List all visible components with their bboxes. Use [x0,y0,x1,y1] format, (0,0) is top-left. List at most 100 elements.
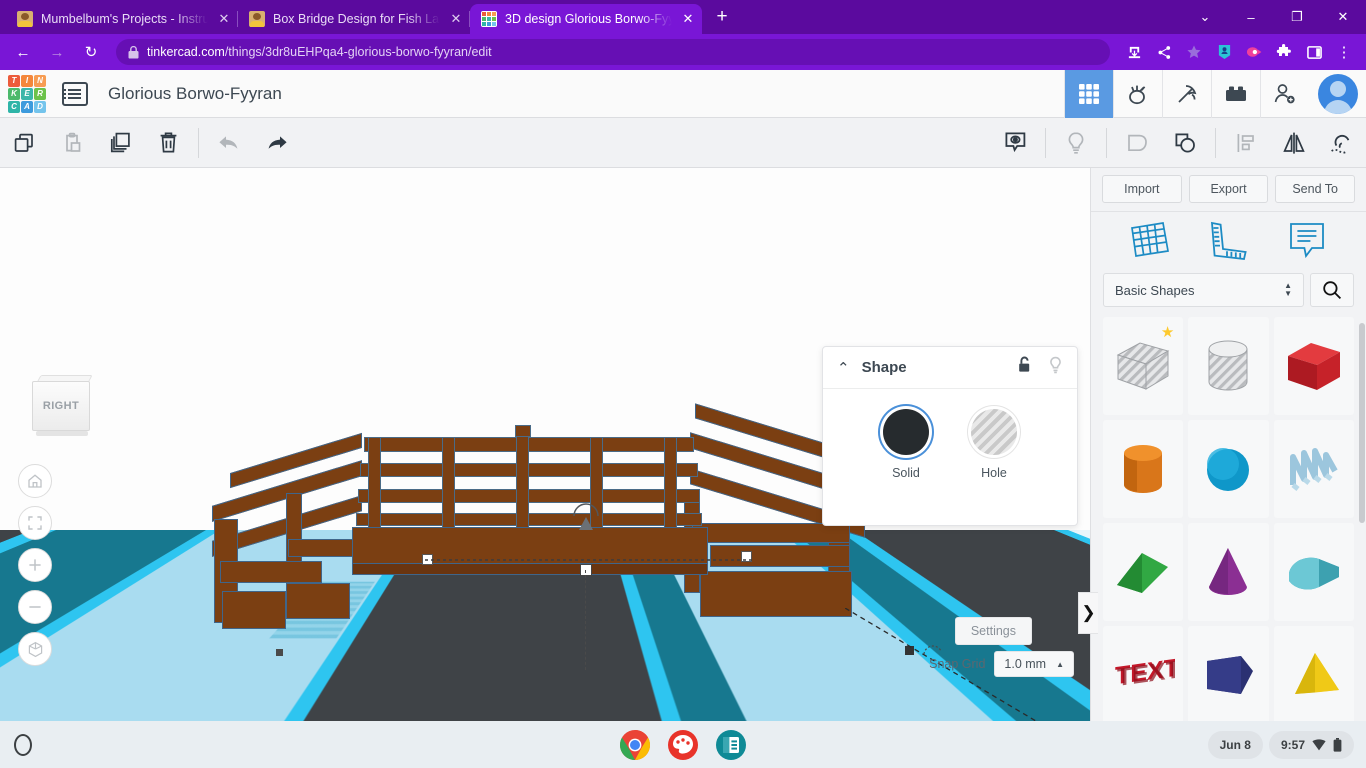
shape-cylinder-hole[interactable] [1188,317,1268,415]
undo-button[interactable] [205,118,253,168]
toolbar-clipboard-group [0,118,192,168]
shape-properties-panel[interactable]: ⌃ Shape Solid Hole [822,346,1078,526]
copy-button[interactable] [0,118,48,168]
window-minimize-button[interactable]: – [1228,0,1274,34]
shape-cylinder[interactable] [1103,420,1183,518]
shape-solid-option[interactable]: Solid [883,409,929,482]
align-button[interactable] [1222,118,1270,168]
shape-box-hole[interactable]: ★ [1103,317,1183,415]
codeblocks-icon[interactable] [1113,70,1162,118]
selection-handle-center[interactable] [580,564,592,576]
paste-button[interactable] [48,118,96,168]
workplane-tool[interactable] [1129,219,1171,266]
design-title[interactable]: Glorious Borwo-Fyyran [108,84,282,104]
sidebar-scrollbar[interactable] [1359,323,1365,523]
forward-button[interactable]: → [42,37,72,67]
shape-half-tube[interactable] [1274,523,1354,621]
ruler-tool[interactable] [1207,219,1249,266]
shape-text[interactable]: TEXT TEXT [1103,626,1183,721]
view-cube-front-face[interactable]: RIGHT [32,381,90,431]
group-button[interactable] [1113,118,1161,168]
notes-tool[interactable] [1286,219,1328,266]
launcher-button[interactable] [14,734,32,756]
search-shapes-button[interactable] [1310,273,1354,307]
project-menu-list-icon[interactable] [62,82,88,106]
shape-category-dropdown[interactable]: Basic Shapes ▲▼ [1103,273,1304,307]
chromeos-shelf: Jun 8 9:57 [0,721,1366,768]
shape-sphere[interactable] [1188,420,1268,518]
mirror-button[interactable] [1270,118,1318,168]
shape-cone[interactable] [1188,523,1268,621]
lock-open-icon[interactable] [1017,356,1032,379]
light-bulb-button[interactable] [1052,118,1100,168]
paint-app-icon[interactable] [667,729,699,761]
3d-design-grid-icon[interactable] [1064,70,1113,118]
bridge-model[interactable] [210,423,860,638]
zoom-in-button[interactable] [18,548,52,582]
reload-button[interactable]: ↻ [76,37,106,67]
invite-people-icon[interactable] [1260,70,1309,118]
side-panel-icon[interactable] [1300,38,1328,66]
extension-rocket-icon[interactable] [1240,38,1268,66]
shape-scribble[interactable] [1274,420,1354,518]
import-button[interactable]: Import [1102,175,1182,203]
selection-handle-far[interactable] [276,649,283,656]
send-to-button[interactable]: Send To [1275,175,1355,203]
minecraft-pickaxe-icon[interactable] [1162,70,1211,118]
calendar-date-button[interactable]: Jun 8 [1208,731,1263,759]
solid-color-swatch[interactable] [883,409,929,455]
3d-viewport[interactable]: RIGHT ⌃ Shape [0,168,1090,721]
duplicate-button[interactable] [96,118,144,168]
window-maximize-button[interactable]: ❐ [1274,0,1320,34]
sidebar-collapse-chevron-right-icon[interactable]: ❯ [1078,592,1098,634]
chrome-menu-icon[interactable]: ⋮ [1330,38,1358,66]
snap-grid-select[interactable]: 1.0 mm ▲ [994,651,1074,677]
user-avatar[interactable] [1318,74,1358,114]
shape-roof-wedge[interactable] [1103,523,1183,621]
delete-button[interactable] [144,118,192,168]
new-tab-button[interactable]: + [708,4,736,32]
zoom-out-button[interactable] [18,590,52,624]
browser-tab-1[interactable]: Box Bridge Design for Fish Ladde ✕ [238,4,470,34]
hole-hatch-swatch[interactable] [971,409,1017,455]
wifi-icon [1312,739,1326,751]
tab-close-icon[interactable]: ✕ [680,11,696,27]
install-icon[interactable] [1120,38,1148,66]
light-bulb-icon[interactable] [1048,356,1063,379]
back-button[interactable]: ← [8,37,38,67]
shape-polygon[interactable] [1188,626,1268,721]
bookmark-star-icon[interactable] [1180,38,1208,66]
share-icon[interactable] [1150,38,1178,66]
home-view-button[interactable] [18,464,52,498]
shape-library-grid[interactable]: ★ [1091,317,1366,721]
export-button[interactable]: Export [1189,175,1269,203]
perspective-toggle-button[interactable] [18,632,52,666]
view-cube[interactable]: RIGHT [28,373,94,435]
move-up-arrow-gizmo[interactable] [576,516,596,536]
browser-tab-0[interactable]: Mumbelbum's Projects - Instruct ✕ [6,4,238,34]
shape-pyramid[interactable] [1274,626,1354,721]
snap-magnet-button[interactable] [1318,118,1366,168]
browser-tab-2[interactable]: 3D design Glorious Borwo-Fyyran ✕ [470,4,702,34]
redo-button[interactable] [253,118,301,168]
files-app-icon[interactable] [715,729,747,761]
fit-to-view-button[interactable] [18,506,52,540]
ungroup-button[interactable] [1161,118,1209,168]
window-close-button[interactable]: ✕ [1320,0,1366,34]
tinkercad-logo-icon[interactable]: T I N K E R C A D [8,75,46,113]
extensions-puzzle-icon[interactable] [1270,38,1298,66]
shape-box[interactable] [1274,317,1354,415]
address-bar[interactable]: tinkercad.com/things/3dr8uEHPqa4-gloriou… [116,39,1110,65]
chrome-app-icon[interactable] [619,729,651,761]
shape-panel-collapse-chevron-up-icon[interactable]: ⌃ [837,359,850,377]
browser-omnibar: ← → ↻ tinkercad.com/things/3dr8uEHPqa4-g… [0,34,1366,70]
tab-close-icon[interactable]: ✕ [448,11,464,27]
lego-brick-icon[interactable] [1211,70,1260,118]
profile-badge-icon[interactable] [1210,38,1238,66]
shape-hole-option[interactable]: Hole [971,409,1017,482]
tab-close-icon[interactable]: ✕ [216,11,232,27]
settings-button[interactable]: Settings [955,617,1032,645]
tab-search-chevron-down-icon[interactable]: ⌄ [1182,0,1228,34]
system-tray-button[interactable]: 9:57 [1269,731,1354,759]
show-hide-eye-button[interactable] [991,118,1039,168]
